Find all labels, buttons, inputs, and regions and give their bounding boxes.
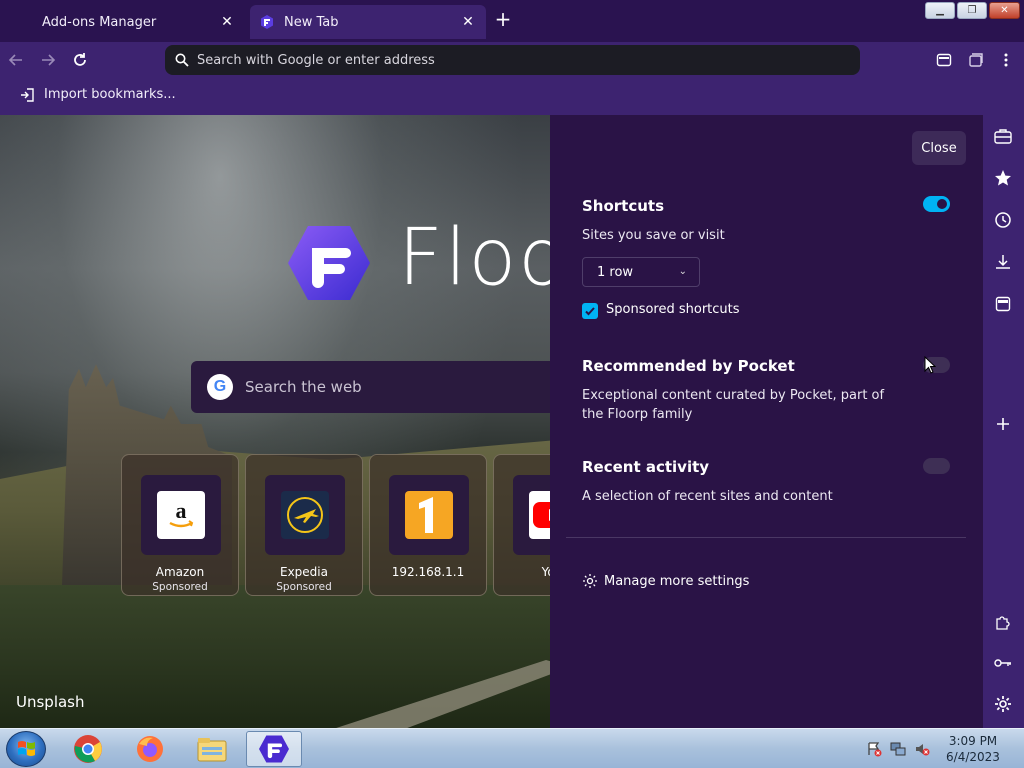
- recent-activity-toggle[interactable]: [923, 458, 950, 474]
- amazon-icon: a: [157, 491, 205, 539]
- chevron-down-icon: ⌄: [678, 266, 687, 277]
- taskbar-chrome-icon[interactable]: [60, 731, 116, 767]
- import-bookmarks-label: Import bookmarks...: [44, 87, 176, 102]
- key-icon[interactable]: [993, 653, 1013, 673]
- shortcuts-toggle[interactable]: [923, 196, 950, 212]
- customize-panel: Close Shortcuts Sites you save or visit …: [550, 115, 983, 728]
- clock-time: 3:09 PM: [948, 734, 998, 748]
- right-sidebar: [983, 115, 1024, 728]
- shortcuts-title: Shortcuts: [582, 197, 665, 215]
- shortcut-title: Amazon: [155, 565, 205, 579]
- manage-settings-label: Manage more settings: [604, 573, 750, 589]
- windows-taskbar: 3:09 PM 6/4/2023: [0, 728, 1024, 768]
- new-tab-plus-icon[interactable]: +: [494, 9, 512, 29]
- shortcuts-desc: Sites you save or visit: [582, 228, 725, 243]
- recent-activity-title: Recent activity: [582, 458, 710, 476]
- import-bookmarks-button[interactable]: Import bookmarks...: [20, 87, 176, 102]
- notes-icon[interactable]: [993, 294, 1013, 314]
- menu-icon[interactable]: [996, 50, 1016, 70]
- shortcut-tile-expedia[interactable]: Expedia Sponsored: [245, 454, 363, 596]
- pocket-desc: Exceptional content curated by Pocket, p…: [582, 388, 885, 422]
- settings-gear-icon[interactable]: [993, 694, 1013, 714]
- tab-label: Add-ons Manager: [42, 14, 157, 30]
- briefcase-icon[interactable]: [993, 126, 1013, 146]
- taskbar-floorp-icon[interactable]: [246, 731, 302, 767]
- shortcut-sponsored-label: Sponsored: [152, 581, 208, 593]
- gear-icon: [583, 574, 597, 588]
- brand-wordmark: Floorp: [398, 213, 550, 303]
- close-icon[interactable]: ✕: [219, 14, 235, 30]
- tab-addons-manager[interactable]: Add-ons Manager ✕: [30, 5, 245, 39]
- shortcut-tile-youtube[interactable]: You: [493, 454, 550, 596]
- system-tray: [866, 741, 930, 757]
- divider: [566, 537, 966, 538]
- forward-arrow-icon[interactable]: [38, 50, 58, 70]
- shortcut-title: Expedia: [280, 565, 328, 579]
- taskbar-explorer-icon[interactable]: [184, 731, 240, 767]
- taskbar-clock[interactable]: 3:09 PM 6/4/2023: [940, 733, 1006, 765]
- star-icon[interactable]: [993, 168, 1013, 188]
- checkmark-icon: [585, 307, 595, 316]
- minimize-icon[interactable]: ▁: [925, 2, 955, 19]
- svg-text:a: a: [176, 498, 187, 523]
- navigation-toolbar: [0, 42, 1024, 78]
- web-search-input[interactable]: [245, 378, 545, 396]
- reload-icon[interactable]: [70, 50, 90, 70]
- action-center-flag-icon[interactable]: [866, 741, 882, 757]
- shortcut-tile-router[interactable]: 192.168.1.1: [369, 454, 487, 596]
- shortcut-sponsored-label: Sponsored: [276, 581, 332, 593]
- manage-settings-link[interactable]: Manage more settings: [582, 573, 749, 589]
- tab-label: New Tab: [284, 14, 339, 30]
- close-icon[interactable]: ✕: [460, 14, 476, 30]
- clock-date: 6/4/2023: [946, 750, 1000, 764]
- windows-logo-icon: [18, 741, 35, 756]
- restore-icon[interactable]: ❐: [957, 2, 987, 19]
- number-one-icon: [405, 491, 453, 539]
- sidebar-toggle-icon[interactable]: [934, 50, 954, 70]
- google-icon: G: [207, 374, 233, 400]
- windows-start-button[interactable]: [6, 731, 46, 767]
- tab-bar: Add-ons Manager ✕ New Tab ✕ + ▁ ❐ ✕: [0, 0, 1024, 42]
- new-tab-page: Floorp G a Amazon Sponsored Expedia Spon…: [0, 115, 550, 728]
- url-input[interactable]: [197, 52, 837, 68]
- import-icon: [21, 87, 34, 102]
- back-arrow-icon[interactable]: [6, 50, 26, 70]
- mouse-cursor-icon: [924, 356, 936, 374]
- floorp-logo-icon: [288, 226, 370, 300]
- youtube-icon: [529, 491, 550, 539]
- shortcut-rows-select[interactable]: 1 row ⌄: [582, 257, 700, 287]
- tab-new-tab[interactable]: New Tab ✕: [250, 5, 486, 39]
- pocket-title: Recommended by Pocket: [582, 357, 795, 375]
- shortcut-rows-value: 1 row: [597, 264, 634, 280]
- history-clock-icon[interactable]: [993, 210, 1013, 230]
- download-icon[interactable]: [993, 252, 1013, 272]
- recent-activity-desc: A selection of recent sites and content: [582, 489, 833, 504]
- web-search-box[interactable]: G: [191, 361, 550, 413]
- tab-manager-icon[interactable]: [966, 50, 986, 70]
- network-icon[interactable]: [890, 741, 906, 757]
- extensions-puzzle-icon[interactable]: [993, 612, 1013, 632]
- close-button[interactable]: Close: [912, 131, 966, 165]
- search-icon: [175, 53, 189, 67]
- expedia-icon: [281, 491, 329, 539]
- url-bar[interactable]: [165, 45, 860, 75]
- bookmarks-toolbar: Import bookmarks...: [0, 78, 1024, 115]
- floorp-favicon-icon: [261, 15, 273, 29]
- shortcut-tile-amazon[interactable]: a Amazon Sponsored: [121, 454, 239, 596]
- window-close-icon[interactable]: ✕: [989, 2, 1020, 19]
- sponsored-shortcuts-checkbox[interactable]: [582, 303, 598, 319]
- sponsored-shortcuts-label: Sponsored shortcuts: [606, 302, 740, 317]
- photo-credit-link[interactable]: Unsplash: [16, 693, 85, 711]
- shortcut-title: You: [541, 565, 550, 579]
- taskbar-firefox-icon[interactable]: [122, 731, 178, 767]
- volume-muted-icon[interactable]: [914, 741, 930, 757]
- add-panel-plus-icon[interactable]: [993, 414, 1013, 434]
- shortcut-title: 192.168.1.1: [391, 565, 465, 579]
